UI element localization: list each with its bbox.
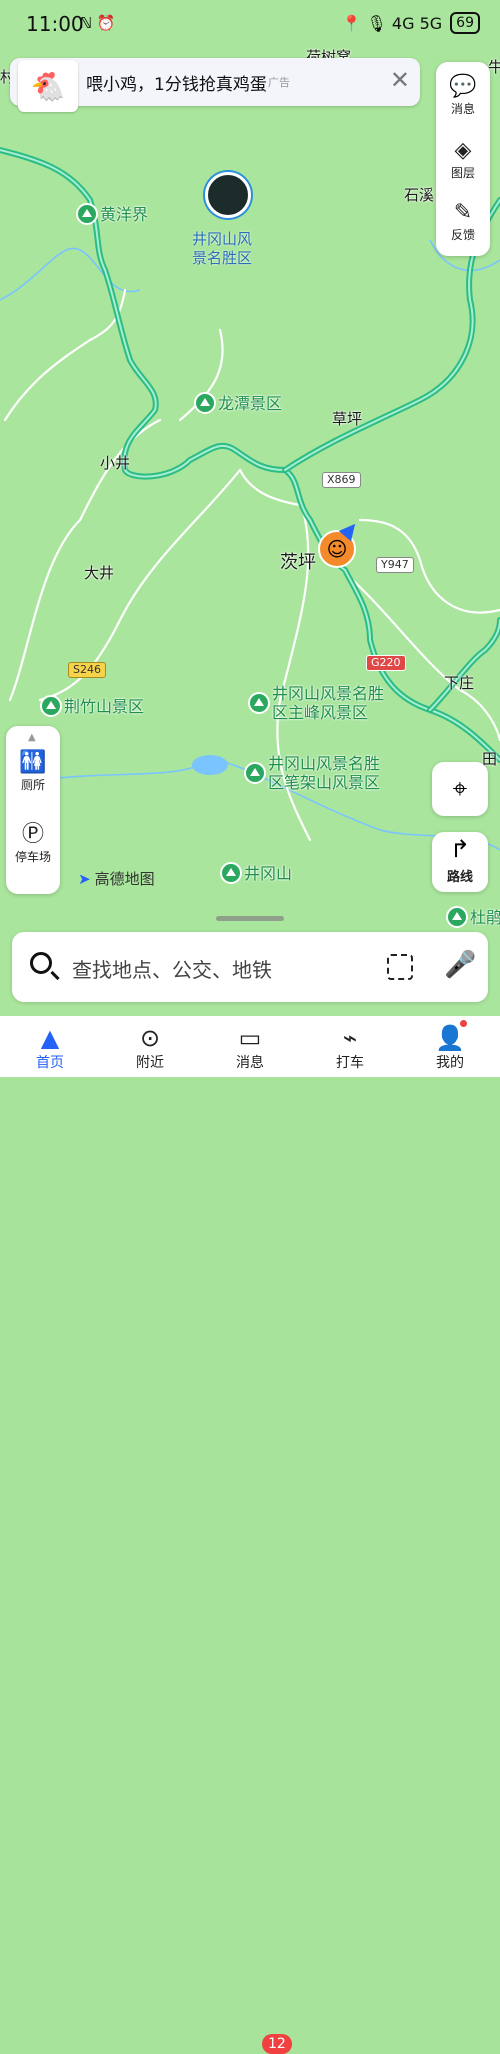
tool-label: 图层 bbox=[450, 166, 475, 180]
road-shield: G220 bbox=[366, 655, 406, 671]
ad-title: 喂小鸡，1分钱抢真鸡蛋 bbox=[86, 75, 267, 95]
amap-logo-icon: ➤ bbox=[78, 869, 91, 888]
nav-label: 打车 bbox=[336, 1055, 364, 1071]
status-icons: 📍 🎙 4G 5G 69 bbox=[342, 12, 480, 34]
scenic-photo-marker[interactable] bbox=[205, 172, 251, 218]
place-label: 大井 bbox=[84, 564, 115, 582]
poi-label: 黄洋界 bbox=[100, 204, 149, 224]
search-bar[interactable]: 查找地点、公交、地铁 🎤 bbox=[12, 932, 488, 1002]
place-label: 小井 bbox=[100, 454, 131, 472]
poi-label: 龙潭景区 bbox=[218, 393, 283, 413]
road-shield: S246 bbox=[68, 662, 106, 678]
unread-badge: 12 bbox=[262, 2034, 292, 2054]
nav-home[interactable]: ▲ 首页 bbox=[10, 1024, 90, 1072]
place-label: 下庄 bbox=[444, 674, 475, 692]
profile-icon: 👤 bbox=[435, 1024, 465, 1052]
facility-parking[interactable]: Ⓟ 停车场 bbox=[6, 822, 60, 865]
tool-message[interactable]: 💬 消息 bbox=[436, 74, 490, 117]
map-attribution: ➤ 高德地图 bbox=[78, 868, 155, 889]
poi-huangyangjie[interactable]: 黄洋界 bbox=[76, 203, 148, 225]
nav-label: 首页 bbox=[36, 1055, 64, 1071]
crosshair-icon: ⌖ bbox=[452, 773, 468, 804]
nav-messages[interactable]: ▭ 消息 bbox=[210, 1024, 290, 1072]
poi-label: 井冈山 bbox=[244, 863, 293, 883]
drawer-handle[interactable] bbox=[216, 916, 284, 921]
route-arrow-icon: ↱ bbox=[449, 835, 471, 863]
status-time: 11:00 bbox=[26, 12, 84, 36]
battery-icon: 69 bbox=[450, 12, 480, 34]
route-label: 路线 bbox=[446, 870, 473, 885]
poi-longtan[interactable]: 龙潭景区 bbox=[194, 392, 282, 414]
parking-icon: Ⓟ bbox=[21, 822, 44, 847]
scenic-label-line2: 景名胜区 bbox=[192, 249, 253, 267]
bottom-nav: ▲ 首页 ⊙ 附近 ▭ 消息 12 ⌁ 打车 👤 我的 bbox=[0, 1016, 500, 2054]
toilet-icon: 🚻 bbox=[19, 750, 47, 775]
nav-label: 附近 bbox=[136, 1055, 164, 1071]
facility-label: 停车场 bbox=[14, 850, 51, 864]
notification-dot bbox=[460, 1020, 467, 1027]
nav-label: 我的 bbox=[436, 1055, 464, 1071]
scenic-mountain-icon bbox=[194, 392, 216, 414]
route-button[interactable]: ↱ 路线 bbox=[432, 832, 488, 892]
home-arrow-icon: ▲ bbox=[40, 1024, 60, 1052]
place-label: 草坪 bbox=[332, 410, 363, 428]
map-tools-panel: 💬 消息 ◈ 图层 ✎ 反馈 bbox=[436, 62, 490, 256]
scenic-label-line1: 井冈山风 bbox=[192, 230, 253, 248]
feedback-pencil-icon: ✎ bbox=[453, 200, 473, 225]
layers-icon: ◈ bbox=[454, 138, 472, 163]
ad-banner[interactable]: 🐔 喂小鸡，1分钱抢真鸡蛋 广告 ✕ bbox=[10, 58, 420, 112]
poi-jinggangshan[interactable]: 井冈山 bbox=[220, 862, 292, 884]
nav-profile[interactable]: 👤 我的 bbox=[410, 1024, 490, 1072]
ad-tag: 广告 bbox=[268, 76, 290, 89]
poi-label: 区主峰风景区 bbox=[272, 703, 369, 722]
scenic-mountain-icon bbox=[244, 762, 266, 784]
scenic-mountain-icon bbox=[40, 695, 62, 717]
scenic-mountain-icon bbox=[76, 203, 98, 225]
scenic-label[interactable]: 井冈山风 景名胜区 bbox=[192, 230, 252, 268]
message-icon: ▭ bbox=[238, 1024, 262, 1052]
scenic-mountain-icon bbox=[220, 862, 242, 884]
poi-label: 荆竹山景区 bbox=[64, 696, 145, 716]
scenic-mountain-icon bbox=[446, 906, 468, 928]
tool-layers[interactable]: ◈ 图层 bbox=[436, 138, 490, 181]
place-label: 石溪 bbox=[404, 186, 435, 204]
poi-bijiashan[interactable]: 井冈山风景名胜 区笔架山风景区 bbox=[244, 754, 380, 792]
poi-label: 井冈山风景名胜 bbox=[272, 684, 385, 703]
scenic-mountain-icon bbox=[248, 692, 270, 714]
place-label: 茨坪 bbox=[280, 552, 316, 573]
scan-icon[interactable] bbox=[387, 954, 413, 980]
chick-icon: 🐔 bbox=[18, 60, 78, 112]
tool-label: 反馈 bbox=[450, 228, 475, 242]
attribution-text: 高德地图 bbox=[94, 870, 155, 888]
tool-feedback[interactable]: ✎ 反馈 bbox=[436, 200, 490, 243]
location-pin-icon: ⊙ bbox=[139, 1024, 161, 1052]
status-right-icons: 📍 🎙 4G 5G bbox=[341, 13, 443, 33]
poi-label: 井冈山风景名胜 bbox=[268, 754, 381, 773]
close-icon[interactable]: ✕ bbox=[390, 66, 410, 94]
locate-button[interactable]: ⌖ bbox=[432, 762, 488, 816]
nav-taxi[interactable]: ⌁ 打车 bbox=[310, 1024, 390, 1072]
collapse-caret-icon[interactable]: ▲ bbox=[28, 732, 36, 743]
tool-label: 消息 bbox=[450, 102, 475, 116]
message-icon: 💬 bbox=[449, 74, 477, 99]
road-shield: Y947 bbox=[376, 557, 414, 573]
nav-nearby[interactable]: ⊙ 附近 bbox=[110, 1024, 190, 1072]
facility-label: 厕所 bbox=[20, 778, 45, 792]
status-left-icons: ℕ ⏰ bbox=[80, 14, 116, 32]
poi-dujuan[interactable]: 杜鹃 bbox=[446, 906, 500, 928]
road-shield: X869 bbox=[322, 472, 361, 488]
poi-jingzhushan[interactable]: 荆竹山景区 bbox=[40, 695, 144, 717]
facility-toilet[interactable]: 🚻 厕所 bbox=[6, 750, 60, 793]
microphone-icon[interactable]: 🎤 bbox=[444, 950, 476, 980]
poi-label: 区笔架山风景区 bbox=[268, 773, 381, 792]
poi-zhufeng[interactable]: 井冈山风景名胜 区主峰风景区 bbox=[248, 684, 384, 722]
poi-label: 杜鹃 bbox=[470, 907, 500, 927]
taxi-icon: ⌁ bbox=[342, 1024, 358, 1052]
map-view[interactable]: 荷树窝 石溪 草坪 小井 大井 茨坪 下庄 村 牛 田 锡 井冈山风 景名胜区 … bbox=[0, 0, 500, 1016]
search-input[interactable]: 查找地点、公交、地铁 bbox=[72, 954, 272, 983]
facilities-panel: ▲ 🚻 厕所 Ⓟ 停车场 bbox=[6, 726, 60, 894]
search-icon bbox=[30, 952, 52, 974]
status-bar: 11:00 ℕ ⏰ 📍 🎙 4G 5G 69 bbox=[0, 0, 500, 50]
nav-label: 消息 bbox=[236, 1055, 264, 1071]
